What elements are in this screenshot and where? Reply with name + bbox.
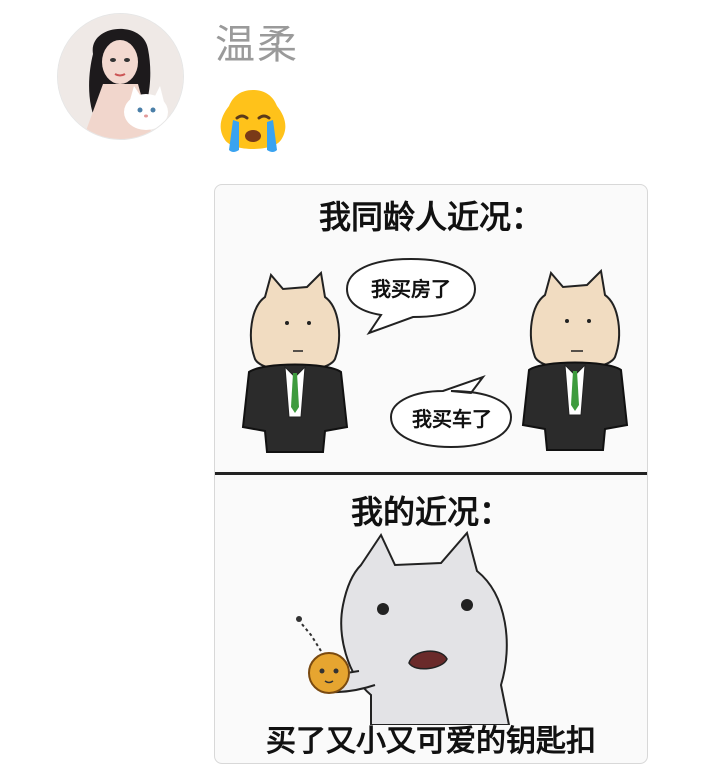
sender-name: 温柔 (215, 22, 299, 68)
avatar-portrait-image (58, 14, 183, 139)
right-cartoon-man-illustration (521, 268, 629, 451)
panel1-title: 我同龄人近况： (318, 198, 543, 236)
meme-caption: 买了又小又可爱的钥匙扣 (266, 724, 596, 759)
panel-divider (215, 472, 647, 475)
crying-face-emoji-icon (215, 88, 291, 156)
speech-bubble-1-text: 我买房了 (371, 277, 451, 301)
meme-image-card[interactable]: 我同龄人近况： 我买房了 我买车了 我的近况： 买了又小又可爱的钥匙扣 (214, 184, 648, 764)
speech-bubble-2-text: 我买车了 (412, 407, 492, 431)
grey-cat-with-keychain-illustration (296, 530, 511, 725)
left-cartoon-man-illustration (241, 270, 349, 453)
sender-avatar[interactable] (57, 13, 184, 140)
